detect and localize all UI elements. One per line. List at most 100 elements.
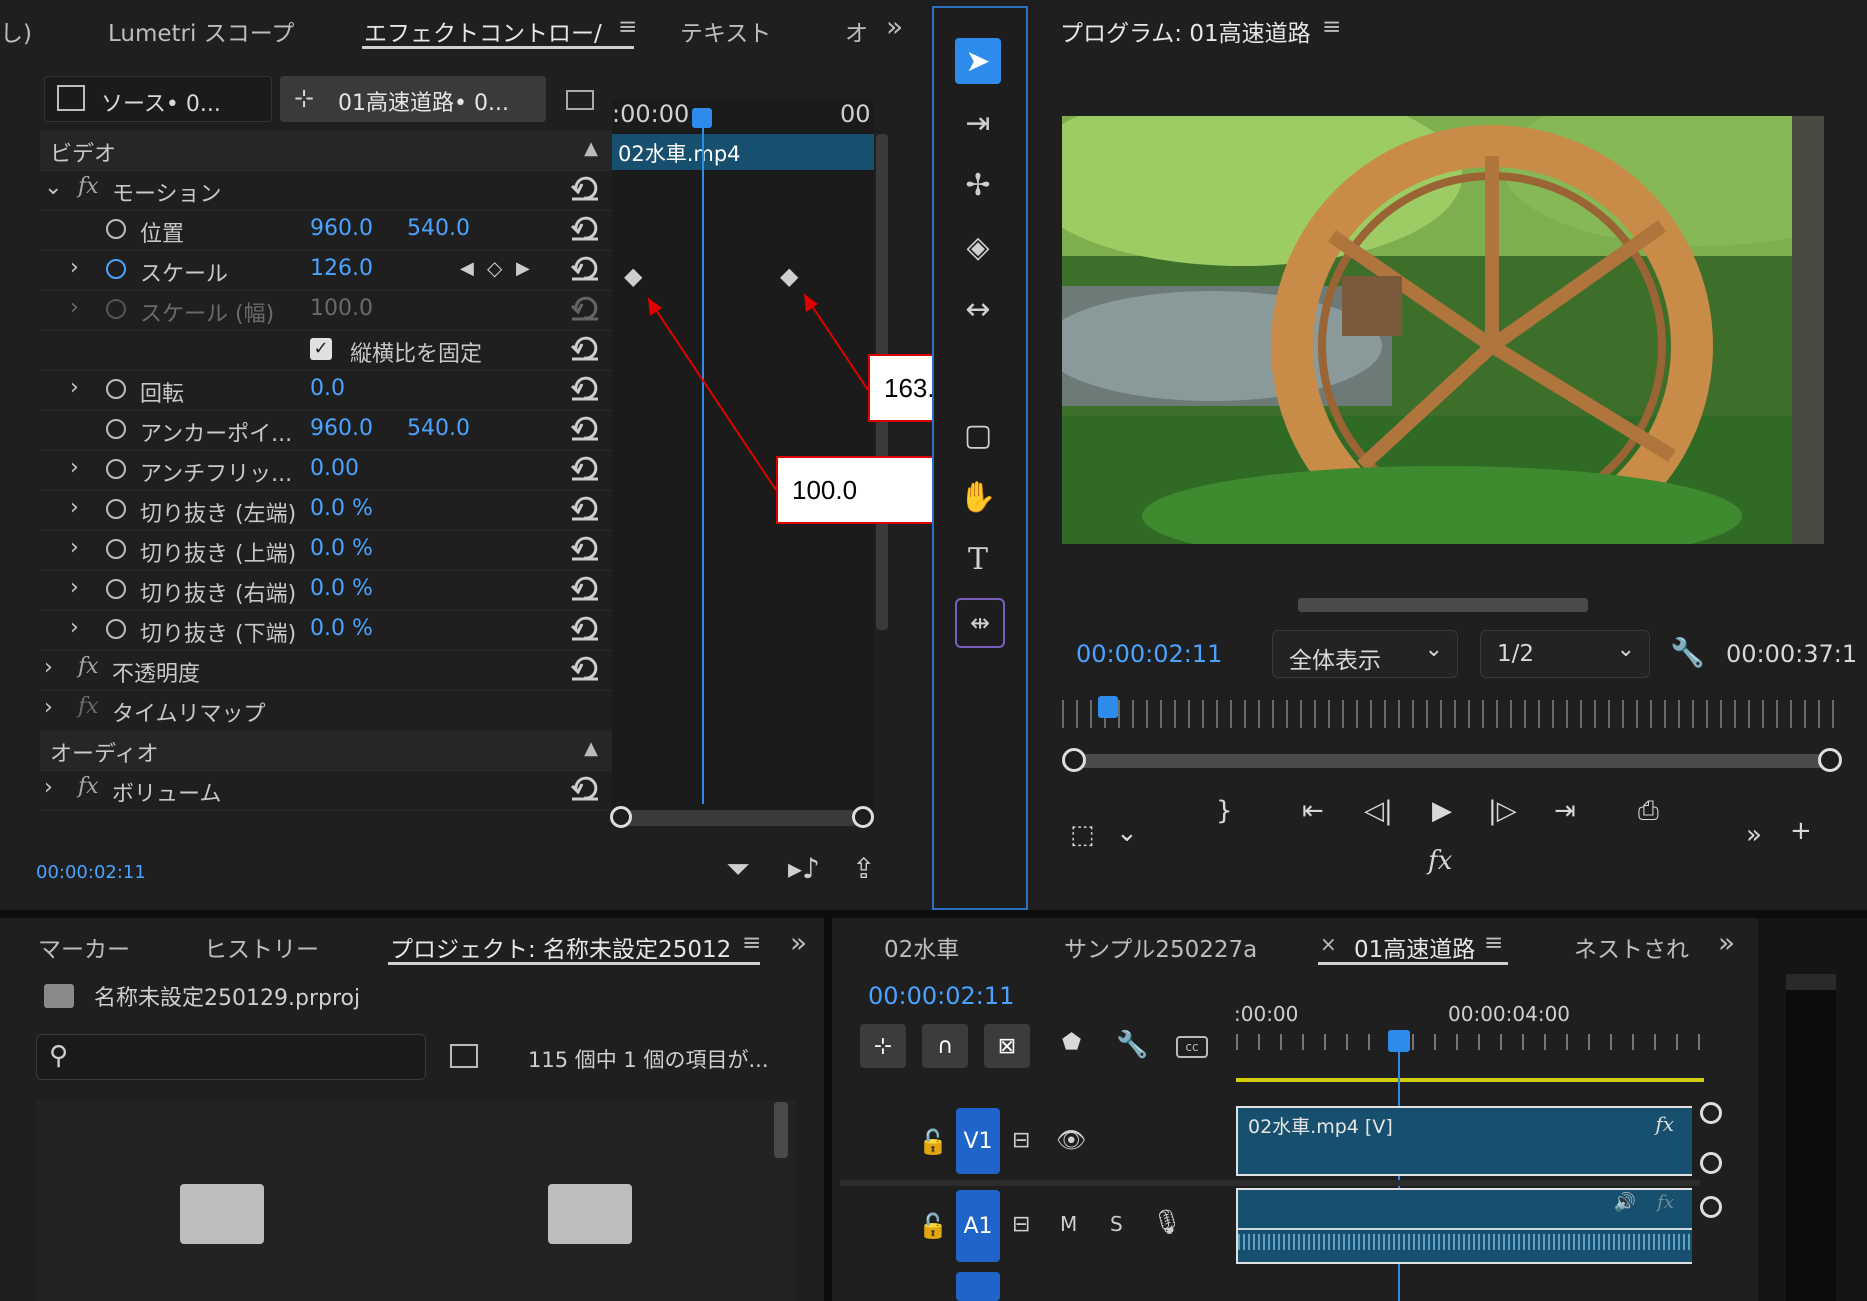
project-scrollbar[interactable] xyxy=(774,1102,788,1158)
crop-left-value[interactable]: 0.0 % xyxy=(310,496,373,521)
chevron-right-icon[interactable]: › xyxy=(70,455,79,480)
program-zoom-left-handle[interactable] xyxy=(1062,748,1086,772)
panel-menu-icon[interactable]: ≡ xyxy=(742,930,761,956)
reset-icon[interactable] xyxy=(570,216,600,242)
panel-menu-icon[interactable]: ≡ xyxy=(1484,930,1503,956)
crop-top-value[interactable]: 0.0 % xyxy=(310,536,373,561)
a2-target-button[interactable] xyxy=(956,1272,1000,1301)
tab-lumetri-scopes[interactable]: Lumetri スコープ xyxy=(108,14,294,48)
reset-icon[interactable] xyxy=(570,376,600,402)
next-keyframe-icon[interactable]: ▶ xyxy=(516,258,530,279)
chevron-right-icon[interactable]: › xyxy=(70,575,79,600)
toggle-timeline-view-icon[interactable] xyxy=(566,90,594,110)
ec-clip-bar[interactable]: 02水車.mp4 xyxy=(612,134,874,170)
tab-history[interactable]: ヒストリー xyxy=(204,930,319,964)
find-icon[interactable] xyxy=(450,1044,478,1068)
ripple-edit-tool-icon[interactable]: ✢ xyxy=(955,162,1001,208)
panel-menu-icon[interactable]: ≡ xyxy=(1322,14,1341,40)
fx-icon[interactable]: fx xyxy=(1428,846,1452,876)
track-height-handle[interactable] xyxy=(1700,1196,1722,1218)
chevron-right-icon[interactable]: › xyxy=(44,775,53,800)
folder-icon[interactable] xyxy=(548,1184,632,1244)
zoom-handle-left[interactable] xyxy=(610,806,632,828)
scale-value[interactable]: 126.0 xyxy=(310,256,373,281)
reset-icon[interactable] xyxy=(570,616,600,642)
tab-text[interactable]: テキスト xyxy=(680,14,771,48)
stopwatch-icon[interactable] xyxy=(106,379,126,399)
crop-bottom-value[interactable]: 0.0 % xyxy=(310,616,373,641)
play-icon[interactable]: ▶ xyxy=(1432,796,1452,826)
chevron-right-icon[interactable]: › xyxy=(70,495,79,520)
anchor-x-value[interactable]: 960.0 xyxy=(310,416,373,441)
chevron-right-icon[interactable]: › xyxy=(44,655,53,680)
tab-effect-controls[interactable]: エフェクトコントロー/ xyxy=(364,14,602,48)
stopwatch-icon[interactable] xyxy=(106,459,126,479)
program-zoom-bar[interactable] xyxy=(1070,754,1834,768)
program-time-ruler[interactable] xyxy=(1062,700,1840,728)
timeline-playhead-handle[interactable] xyxy=(1388,1030,1410,1052)
reset-icon[interactable] xyxy=(570,576,600,602)
motion-row[interactable]: ⌄ fx モーション xyxy=(40,170,612,211)
collapse-up-icon[interactable]: ▲ xyxy=(584,738,598,759)
project-bin-area[interactable] xyxy=(36,1100,796,1301)
reset-icon[interactable] xyxy=(570,336,600,362)
rectangle-tool-icon[interactable]: ▢ xyxy=(955,412,1001,458)
uniform-scale-checkbox[interactable]: ✓ xyxy=(310,338,332,360)
chevron-down-icon[interactable]: ⌄ xyxy=(44,175,62,200)
zoom-handle-right[interactable] xyxy=(852,806,874,828)
timeline-settings-icon[interactable]: 🔧 xyxy=(1116,1030,1148,1060)
track-height-handle[interactable] xyxy=(1700,1102,1722,1124)
reset-icon[interactable] xyxy=(570,416,600,442)
stopwatch-icon[interactable] xyxy=(106,579,126,599)
audio-clip[interactable]: 🔊 fx xyxy=(1236,1188,1692,1264)
chevron-right-icon[interactable]: › xyxy=(70,255,79,280)
mark-out-icon[interactable]: } xyxy=(1216,796,1233,826)
video-clip[interactable]: 02水車.mp4 [V] fx xyxy=(1236,1106,1692,1176)
sync-lock-icon[interactable]: ⊟ xyxy=(1012,1212,1030,1237)
tab-sequence-4[interactable]: ネストされ xyxy=(1574,930,1689,964)
auto-reframe-tool-icon[interactable]: ⇹ xyxy=(955,598,1005,648)
stopwatch-icon[interactable] xyxy=(106,499,126,519)
transport-overflow-icon[interactable]: » xyxy=(1746,820,1762,850)
ec-zoom-scrollbar[interactable] xyxy=(612,810,874,826)
rotation-value[interactable]: 0.0 xyxy=(310,376,345,401)
fx-icon[interactable]: fx xyxy=(78,774,99,799)
source-tab[interactable]: ソース• 0... xyxy=(44,76,272,122)
filter-icon[interactable]: ⏷ xyxy=(726,852,750,887)
close-tab-icon[interactable]: × xyxy=(1320,932,1337,956)
resolution-select[interactable]: 1/2 ⌄ xyxy=(1480,630,1650,678)
stopwatch-icon[interactable] xyxy=(106,219,126,239)
tab-sequence-3[interactable]: 01高速道路 xyxy=(1354,930,1475,964)
reset-icon[interactable] xyxy=(570,256,600,282)
solo-button[interactable]: S xyxy=(1110,1212,1123,1236)
nest-toggle-button[interactable]: ⊹ xyxy=(860,1024,906,1068)
slip-tool-icon[interactable]: ↔ xyxy=(955,286,1001,332)
add-keyframe-icon[interactable]: ◇ xyxy=(487,256,502,280)
volume-row[interactable]: › fx ボリューム xyxy=(40,770,612,811)
program-scrollbar[interactable] xyxy=(1298,598,1588,612)
safe-margins-icon[interactable]: ⬚ xyxy=(1070,820,1095,850)
microphone-icon[interactable]: 🎙 xyxy=(1152,1208,1182,1236)
tab-markers[interactable]: マーカー xyxy=(38,930,130,964)
ec-timecode[interactable]: 00:00:02:11 xyxy=(36,862,146,883)
tab-more[interactable]: オ xyxy=(845,14,868,48)
chevron-right-icon[interactable]: › xyxy=(70,535,79,560)
project-search-input[interactable]: ⚲ xyxy=(36,1034,426,1080)
go-to-out-icon[interactable]: ⇥ xyxy=(1554,796,1576,826)
v1-target-button[interactable]: V1 xyxy=(956,1108,1000,1174)
track-height-handle[interactable] xyxy=(1700,1152,1722,1174)
tabs-overflow-icon[interactable]: » xyxy=(790,926,807,959)
tab-sequence-2[interactable]: サンプル250227a xyxy=(1064,930,1257,964)
program-timecode[interactable]: 00:00:02:11 xyxy=(1076,640,1222,668)
folder-icon[interactable] xyxy=(180,1184,264,1244)
lock-icon[interactable]: 🔓 xyxy=(918,1128,948,1156)
program-zoom-right-handle[interactable] xyxy=(1818,748,1842,772)
stopwatch-active-icon[interactable] xyxy=(106,259,126,279)
captions-icon[interactable]: cc xyxy=(1176,1036,1208,1058)
timeline-ruler[interactable] xyxy=(1236,1034,1704,1050)
export-icon[interactable]: ⇪ xyxy=(852,852,875,885)
reset-icon[interactable] xyxy=(570,496,600,522)
eye-icon[interactable]: 👁 xyxy=(1056,1126,1086,1154)
tab-project[interactable]: プロジェクト: 名称未設定25012 xyxy=(390,930,731,964)
reset-icon[interactable] xyxy=(570,536,600,562)
